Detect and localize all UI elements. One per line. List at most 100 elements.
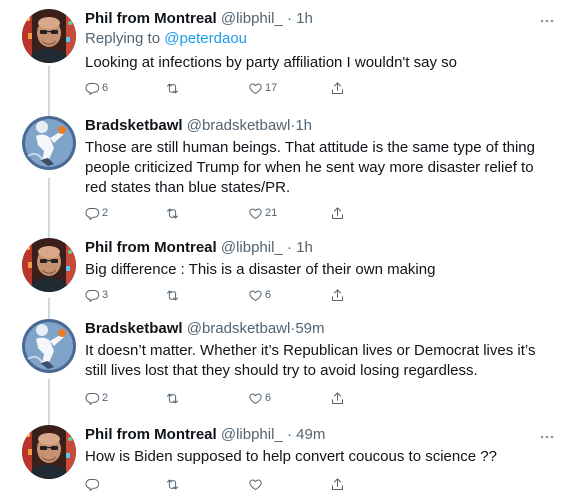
tweet-actions: 3 6	[85, 286, 385, 304]
like-button[interactable]	[248, 475, 265, 493]
thread-connector	[48, 379, 50, 425]
retweet-button[interactable]	[165, 389, 182, 407]
retweet-icon	[165, 81, 180, 96]
retweet-button[interactable]	[165, 79, 182, 97]
like-icon	[248, 288, 263, 303]
tweet-header: Phil from Montreal @libphil_ · 1h	[85, 9, 548, 29]
tweet-header: Bradsketbawl @bradsketbawl·59m	[85, 319, 548, 339]
tweet-header: Phil from Montreal @libphil_ · 49m	[85, 425, 548, 445]
like-count: 17	[265, 81, 278, 94]
like-icon	[248, 81, 263, 96]
retweet-icon	[165, 391, 180, 406]
thread-connector	[48, 178, 50, 238]
display-name[interactable]: Phil from Montreal	[85, 239, 217, 256]
share-button[interactable]	[330, 204, 345, 222]
tweet-text: Looking at infections by party affiliati…	[85, 54, 457, 71]
retweet-button[interactable]	[165, 204, 182, 222]
share-button[interactable]	[330, 79, 345, 97]
like-count: 6	[265, 288, 272, 301]
tweet-text: Those are still human beings. That attit…	[85, 139, 535, 196]
reply-button[interactable]: 2	[85, 389, 108, 407]
tweet-header: Phil from Montreal @libphil_ · 1h	[85, 238, 548, 258]
user-handle[interactable]: @libphil_	[221, 10, 283, 27]
like-button[interactable]: 6	[248, 389, 271, 407]
tweet-content: Phil from Montreal @libphil_ · 49m How i…	[85, 425, 548, 467]
avatar[interactable]	[22, 425, 76, 479]
retweet-icon	[165, 477, 180, 492]
share-icon	[330, 391, 345, 406]
retweet-button[interactable]	[165, 475, 182, 493]
separator-dot: ·	[286, 239, 292, 256]
separator-dot: ·	[286, 426, 292, 443]
share-icon	[330, 81, 345, 96]
reply-icon	[85, 288, 100, 303]
tweet-text: How is Biden supposed to help convert co…	[85, 448, 497, 465]
basketball-player-avatar-image	[22, 319, 76, 373]
mention-link[interactable]: @peterdaou	[164, 30, 247, 47]
share-icon	[330, 206, 345, 221]
reply-count: 3	[102, 288, 109, 301]
share-icon	[330, 477, 345, 492]
more-icon[interactable]	[540, 427, 554, 439]
user-handle[interactable]: @libphil_	[221, 239, 283, 256]
retweet-button[interactable]	[165, 286, 182, 304]
share-button[interactable]	[330, 475, 345, 493]
like-count: 21	[265, 206, 278, 219]
user-handle[interactable]: @bradsketbawl	[187, 320, 291, 337]
display-name[interactable]: Phil from Montreal	[85, 426, 217, 443]
more-icon[interactable]	[540, 11, 554, 23]
like-button[interactable]: 17	[248, 79, 277, 97]
tweet-content: Bradsketbawl @bradsketbawl·1h Those are …	[85, 116, 548, 198]
reply-button[interactable]: 2	[85, 204, 108, 222]
retweet-icon	[165, 288, 180, 303]
avatar[interactable]	[22, 319, 76, 373]
bald-man-avatar-image	[22, 9, 76, 63]
avatar[interactable]	[22, 9, 76, 63]
separator-dot: ·	[286, 10, 292, 27]
tweet-text: It doesn’t matter. Whether it’s Republic…	[85, 342, 536, 379]
tweet-actions	[85, 475, 385, 493]
avatar[interactable]	[22, 116, 76, 170]
display-name[interactable]: Bradsketbawl	[85, 117, 183, 134]
bald-man-avatar-image	[22, 425, 76, 479]
timestamp[interactable]: 59m	[295, 320, 324, 337]
tweet-actions: 6 17	[85, 79, 385, 97]
tweet-thread: Phil from Montreal @libphil_ · 1h Replyi…	[0, 0, 576, 500]
timestamp[interactable]: 1h	[296, 10, 313, 27]
reply-icon	[85, 391, 100, 406]
bald-man-avatar-image	[22, 238, 76, 292]
reply-icon	[85, 477, 100, 492]
retweet-icon	[165, 206, 180, 221]
reply-icon	[85, 81, 100, 96]
timestamp[interactable]: 1h	[295, 117, 312, 134]
reply-count: 2	[102, 391, 109, 404]
tweet-content: Bradsketbawl @bradsketbawl·59m It doesn’…	[85, 319, 548, 381]
like-icon	[248, 391, 263, 406]
reply-button[interactable]	[85, 475, 102, 493]
reply-count: 2	[102, 206, 109, 219]
like-icon	[248, 206, 263, 221]
thread-connector	[48, 298, 50, 319]
like-button[interactable]: 21	[248, 204, 277, 222]
tweet-header: Bradsketbawl @bradsketbawl·1h	[85, 116, 548, 136]
tweet-actions: 2 21	[85, 204, 385, 222]
like-count: 6	[265, 391, 272, 404]
replying-to-label: Replying to	[85, 30, 161, 47]
tweet-actions: 2 6	[85, 389, 385, 407]
like-button[interactable]: 6	[248, 286, 271, 304]
display-name[interactable]: Phil from Montreal	[85, 10, 217, 27]
basketball-player-avatar-image	[22, 116, 76, 170]
share-button[interactable]	[330, 286, 345, 304]
display-name[interactable]: Bradsketbawl	[85, 320, 183, 337]
avatar[interactable]	[22, 238, 76, 292]
share-button[interactable]	[330, 389, 345, 407]
reply-button[interactable]: 6	[85, 79, 108, 97]
reply-button[interactable]: 3	[85, 286, 108, 304]
user-handle[interactable]: @bradsketbawl	[187, 117, 291, 134]
timestamp[interactable]: 1h	[296, 239, 313, 256]
thread-connector	[48, 66, 50, 116]
tweet-content: Phil from Montreal @libphil_ · 1h Big di…	[85, 238, 548, 280]
timestamp[interactable]: 49m	[296, 426, 325, 443]
user-handle[interactable]: @libphil_	[221, 426, 283, 443]
share-icon	[330, 288, 345, 303]
